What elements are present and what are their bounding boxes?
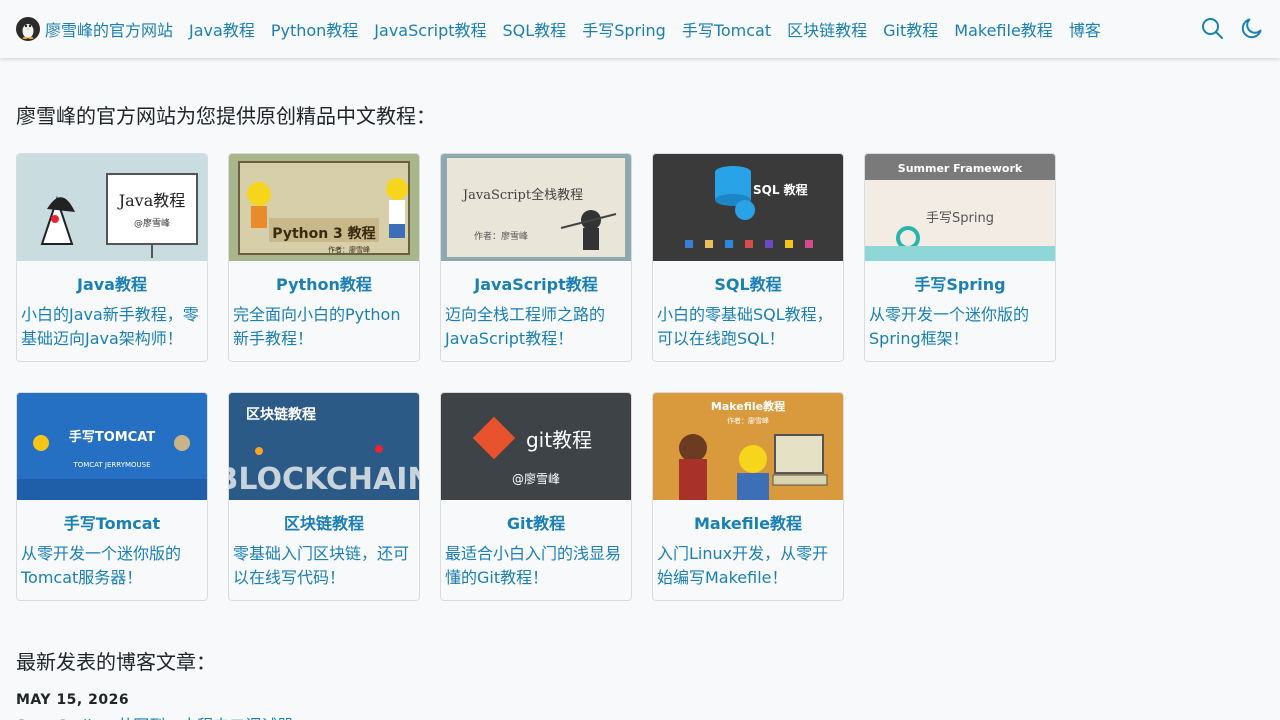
git-cover-title: git教程 bbox=[526, 428, 592, 452]
nav-link-spring[interactable]: 手写Spring bbox=[582, 17, 666, 41]
card-description[interactable]: 小白的Java新手教程，零基础迈向Java架构师！ bbox=[17, 303, 207, 351]
sql-cover-title: SQL 教程 bbox=[753, 182, 808, 197]
git-cover-image[interactable]: git教程 @廖雪峰 bbox=[441, 393, 631, 500]
card-java[interactable]: Java教程 @廖雪峰 Java教程 小白的Java新手教程，零基础迈向Java… bbox=[16, 153, 208, 362]
card-description[interactable]: 入门Linux开发，从零开始编写Makefile！ bbox=[653, 542, 843, 590]
javascript-cover-image[interactable]: JavaScript全栈教程 作者：廖雪峰 bbox=[441, 154, 631, 261]
javascript-cover-author: 作者：廖雪峰 bbox=[474, 230, 528, 242]
nav-link-java[interactable]: Java教程 bbox=[189, 17, 255, 41]
tomcat-cover-subtitle: TOMCAT JERRYMOUSE bbox=[72, 461, 150, 469]
card-description[interactable]: 最适合小白入门的浅显易懂的Git教程！ bbox=[441, 542, 631, 590]
card-description[interactable]: 从零开发一个迷你版的Spring框架！ bbox=[865, 303, 1055, 351]
penguin-logo-icon bbox=[16, 17, 40, 41]
java-cover-image[interactable]: Java教程 @廖雪峰 bbox=[17, 154, 207, 261]
card-description[interactable]: 完全面向小白的Python新手教程！ bbox=[229, 303, 419, 351]
card-description[interactable]: 迈向全栈工程师之路的JavaScript教程！ bbox=[441, 303, 631, 351]
post-date: MAY 15, 2026 bbox=[16, 692, 130, 708]
blockchain-cover-subtitle: BLOCKCHAIN bbox=[229, 462, 419, 497]
nav-link-javascript[interactable]: JavaScript教程 bbox=[374, 17, 486, 41]
card-blockchain[interactable]: 区块链教程 BLOCKCHAIN 区块链教程 零基础入门区块链，还可以在线写代码… bbox=[228, 392, 420, 601]
moon-icon[interactable] bbox=[1240, 16, 1264, 40]
tomcat-cover-title: 手写TOMCAT bbox=[69, 429, 155, 445]
python-cover-image[interactable]: Python 3 教程 作者：廖雪峰 bbox=[229, 154, 419, 261]
nav-link-tomcat[interactable]: 手写Tomcat bbox=[682, 17, 771, 41]
java-cover-title: Java教程 bbox=[117, 191, 186, 210]
card-title[interactable]: 手写Spring bbox=[865, 275, 1055, 295]
card-title[interactable]: 区块链教程 bbox=[229, 514, 419, 534]
card-description[interactable]: 小白的零基础SQL教程，可以在线跑SQL！ bbox=[653, 303, 843, 351]
card-tomcat[interactable]: 手写TOMCAT TOMCAT JERRYMOUSE 手写Tomcat 从零开发… bbox=[16, 392, 208, 601]
makefile-cover-title: Makefile教程 bbox=[711, 399, 785, 413]
brand-link[interactable]: 廖雪峰的官方网站 bbox=[16, 17, 173, 41]
spring-cover-subtitle: Summer Framework bbox=[898, 162, 1023, 175]
nav-link-makefile[interactable]: Makefile教程 bbox=[954, 17, 1053, 41]
card-title[interactable]: Makefile教程 bbox=[653, 514, 843, 534]
nav-link-sql[interactable]: SQL教程 bbox=[503, 17, 567, 41]
card-python[interactable]: Python 3 教程 作者：廖雪峰 Python教程 完全面向小白的Pytho… bbox=[228, 153, 420, 362]
nav-link-git[interactable]: Git教程 bbox=[883, 17, 938, 41]
spring-cover-image[interactable]: Summer Framework 手写Spring bbox=[865, 154, 1055, 261]
nav-links: Java教程 Python教程 JavaScript教程 SQL教程 手写Spr… bbox=[189, 17, 1117, 41]
java-cover-author: @廖雪峰 bbox=[134, 217, 170, 229]
card-title[interactable]: Python教程 bbox=[229, 275, 419, 295]
tomcat-cover-image[interactable]: 手写TOMCAT TOMCAT JERRYMOUSE bbox=[17, 393, 207, 500]
card-description[interactable]: 从零开发一个迷你版的Tomcat服务器！ bbox=[17, 542, 207, 590]
card-makefile[interactable]: Makefile教程 作者：廖雪峰 Makefile教程 入门Linux开发，从… bbox=[652, 392, 844, 601]
sql-cover-image[interactable]: SQL 教程 bbox=[653, 154, 843, 261]
makefile-cover-author: 作者：廖雪峰 bbox=[727, 416, 769, 425]
card-title[interactable]: 手写Tomcat bbox=[17, 514, 207, 534]
nav-link-blockchain[interactable]: 区块链教程 bbox=[787, 17, 867, 41]
blockchain-cover-image[interactable]: 区块链教程 BLOCKCHAIN bbox=[229, 393, 419, 500]
python-cover-author: 作者：廖雪峰 bbox=[328, 245, 370, 254]
nav-link-blog[interactable]: 博客 bbox=[1069, 17, 1101, 41]
intro-heading: 廖雪峰的官方网站为您提供原创精品中文教程： bbox=[16, 104, 436, 128]
spring-cover-title: 手写Spring bbox=[926, 211, 994, 226]
card-title[interactable]: SQL教程 bbox=[653, 275, 843, 295]
card-sql[interactable]: SQL 教程 SQL教程 小白的零基础SQL教程，可以在线跑SQL！ bbox=[652, 153, 844, 362]
nav-link-python[interactable]: Python教程 bbox=[271, 17, 358, 41]
javascript-cover-title: JavaScript全栈教程 bbox=[461, 187, 583, 203]
makefile-cover-image[interactable]: Makefile教程 作者：廖雪峰 bbox=[653, 393, 843, 500]
card-title[interactable]: Java教程 bbox=[17, 275, 207, 295]
card-description[interactable]: 零基础入门区块链，还可以在线写代码！ bbox=[229, 542, 419, 590]
card-spring[interactable]: Summer Framework 手写Spring 手写Spring 从零开发一… bbox=[864, 153, 1056, 362]
post-title-link[interactable]: SnapCoding 共写到一末程电二调试器 bbox=[16, 712, 293, 720]
card-git[interactable]: git教程 @廖雪峰 Git教程 最适合小白入门的浅显易懂的Git教程！ bbox=[440, 392, 632, 601]
blockchain-cover-title: 区块链教程 bbox=[246, 406, 316, 423]
card-title[interactable]: Git教程 bbox=[441, 514, 631, 534]
blog-heading: 最新发表的博客文章： bbox=[16, 650, 216, 674]
python-cover-title: Python 3 教程 bbox=[272, 225, 375, 242]
card-title[interactable]: JavaScript教程 bbox=[441, 275, 631, 295]
git-cover-author: @廖雪峰 bbox=[512, 471, 560, 486]
search-icon[interactable] bbox=[1200, 16, 1224, 40]
card-javascript[interactable]: JavaScript全栈教程 作者：廖雪峰 JavaScript教程 迈向全栈工… bbox=[440, 153, 632, 362]
brand-name: 廖雪峰的官方网站 bbox=[45, 21, 174, 40]
nav-actions bbox=[1184, 16, 1264, 40]
top-navbar: 廖雪峰的官方网站 Java教程 Python教程 JavaScript教程 SQ… bbox=[0, 0, 1280, 58]
